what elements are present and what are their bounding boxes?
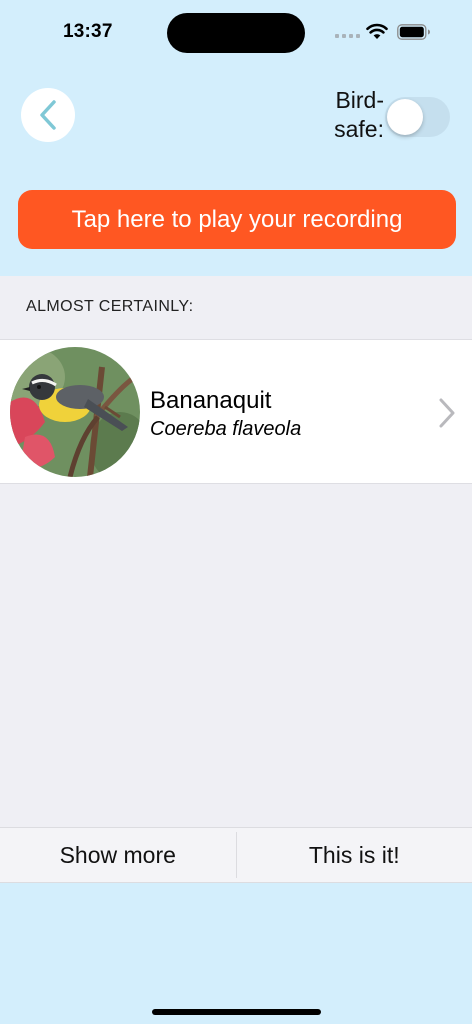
chevron-right-icon [439, 398, 455, 428]
status-bar: 13:37 [0, 0, 472, 62]
back-button[interactable] [21, 88, 75, 142]
bird-scientific-name: Coereba flaveola [150, 418, 302, 440]
toggle-knob [387, 99, 423, 135]
bird-common-name: Bananaquit [150, 387, 272, 414]
signal-icon [335, 34, 360, 38]
birdsafe-label: Bird-safe: [334, 87, 384, 142]
play-recording-button[interactable]: Tap here to play your recording [18, 190, 456, 249]
home-indicator[interactable] [152, 1009, 321, 1015]
battery-icon [397, 24, 430, 40]
this-is-it-button[interactable]: This is it! [237, 828, 472, 882]
dynamic-island [167, 13, 305, 53]
bird-image [10, 347, 140, 477]
birdsafe-toggle[interactable] [385, 97, 450, 137]
results-area: ALMOST CERTAINLY: Bananaquit Coereba fla… [0, 276, 472, 883]
list-item[interactable]: Bananaquit Coereba flaveola [0, 339, 472, 484]
show-more-button[interactable]: Show more [0, 828, 236, 882]
status-time: 13:37 [63, 21, 113, 42]
wifi-icon [366, 23, 388, 39]
bird-photo [10, 347, 140, 477]
section-header: ALMOST CERTAINLY: [26, 298, 194, 315]
bottom-action-bar: Show more This is it! [0, 827, 472, 883]
chevron-left-icon [40, 100, 56, 130]
